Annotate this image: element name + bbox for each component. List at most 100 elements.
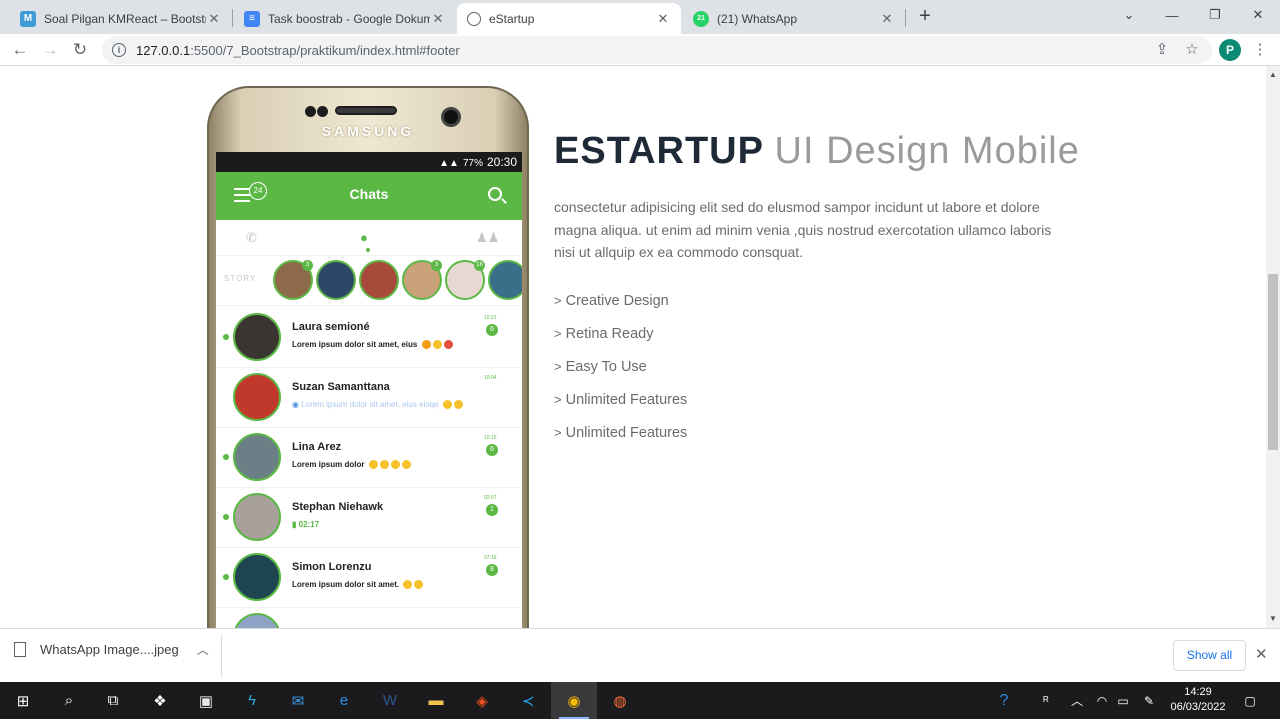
unread-badge: 1 xyxy=(486,504,498,516)
phone-time: 20:30 xyxy=(486,155,517,169)
tab-search-chevron-icon[interactable]: ⌄ xyxy=(1107,0,1151,30)
tab-favicon: 21 xyxy=(693,10,709,27)
bookmark-star-icon[interactable]: ☆ xyxy=(1182,40,1202,60)
help-icon[interactable]: ? xyxy=(992,682,1016,719)
vscode-icon[interactable]: ≺ xyxy=(505,682,551,719)
story-label: STORY xyxy=(224,274,257,283)
taskbar-clock[interactable]: 14:29 06/03/2022 xyxy=(1166,685,1230,715)
phone-mockup-image: SAMSUNG ▲▲ 77% 20:30 24 Chats ✆ ● ♟♟ STORY… xyxy=(207,86,529,628)
page-scrollbar[interactable]: ▲ ▼ xyxy=(1266,66,1280,628)
story-count: 18 xyxy=(474,260,485,271)
close-icon[interactable]: ✕ xyxy=(1255,645,1268,663)
online-dot xyxy=(223,514,229,520)
back-arrow-icon[interactable]: ← xyxy=(8,38,32,62)
description: consectetur adipisicing elit sed do elus… xyxy=(554,199,1052,260)
edge-icon[interactable]: e xyxy=(321,682,367,719)
chat-list-item: Suzan Samanttana ◉ Lorem ipsum dolor sit… xyxy=(216,368,522,428)
windows-start-icon[interactable]: ⊞ xyxy=(0,682,46,719)
chat-time: 02:07 xyxy=(484,495,497,501)
battery-icon[interactable]: ▭ xyxy=(1114,682,1132,719)
chat-message: ▮ 02:17 xyxy=(292,520,319,529)
emoji-icon xyxy=(401,460,411,470)
chat-list-item: Lina Arez Lorem ipsum dolor 10:15 6 xyxy=(216,428,522,488)
chat-list-item xyxy=(216,608,522,628)
chat-message: Lorem ipsum dolor sit amet, eius xyxy=(292,340,453,350)
page-viewport: SAMSUNG ▲▲ 77% 20:30 24 Chats ✆ ● ♟♟ STORY… xyxy=(0,66,1266,628)
scroll-up-arrow-icon[interactable]: ▲ xyxy=(1266,68,1280,82)
phone-screen: ▲▲ 77% 20:30 24 Chats ✆ ● ♟♟ STORY 3 3 18 xyxy=(216,152,522,628)
chevron-right-icon: > xyxy=(554,359,562,374)
figma-icon[interactable]: ◈ xyxy=(459,682,505,719)
close-icon[interactable]: ✕ xyxy=(655,11,671,27)
feature-label: Creative Design xyxy=(565,292,669,309)
scrollbar-thumb[interactable] xyxy=(1268,274,1278,450)
chat-message-text: Lorem ipsum dolor sit amet, eius xyxy=(292,340,418,349)
url-host: 127.0.0.1 xyxy=(136,42,191,58)
phone-sensor xyxy=(305,106,316,117)
feature-label: Retina Ready xyxy=(565,325,654,342)
chat-message: ◉ Lorem ipsum dolor sit amet, eius eioqe xyxy=(292,400,463,410)
seen-eye-icon: ◉ xyxy=(292,400,299,409)
page-title: ESTARTUP UI Design Mobile xyxy=(554,130,1080,173)
share-icon[interactable]: ⇪ xyxy=(1152,40,1172,60)
chrome-icon[interactable]: ◉ xyxy=(551,682,597,719)
feature-list: > Creative Design > Retina Ready > Easy To … xyxy=(554,284,687,449)
online-dot xyxy=(223,334,229,340)
address-bar[interactable]: i 127.0.0.1:5500/7_Bootstrap/praktikum/i… xyxy=(102,36,1212,64)
file-explorer-icon[interactable]: ▬ xyxy=(413,682,459,719)
chevron-right-icon: > xyxy=(554,392,562,407)
phone-brand: SAMSUNG xyxy=(321,123,415,139)
clock-time: 14:29 xyxy=(1184,686,1212,698)
new-tab-plus-icon[interactable]: + xyxy=(914,6,936,28)
phone-call-icon: ✆ xyxy=(246,230,257,245)
tab-estartup[interactable]: eStartup ✕ xyxy=(457,3,681,34)
site-info-icon[interactable]: i xyxy=(112,43,126,57)
chevron-up-icon[interactable]: ︿ xyxy=(1070,682,1084,719)
minimize-icon[interactable]: — xyxy=(1150,0,1194,30)
notification-icon[interactable]: ▢ xyxy=(1240,682,1260,719)
task-view-icon[interactable]: ⧉ xyxy=(90,682,136,719)
tab-soal-pilgan[interactable]: M Soal Pilgan KMReact – Bootstrap ✕ xyxy=(10,3,232,34)
close-icon[interactable]: ✕ xyxy=(879,11,895,27)
people-icon[interactable]: ᴿ xyxy=(1036,682,1056,719)
chat-list-item: Stephan Niehawk ▮ 02:17 02:07 1 xyxy=(216,488,522,548)
search-icon[interactable]: ⌕ xyxy=(46,682,92,719)
window-close-icon[interactable]: ✕ xyxy=(1236,0,1280,30)
firefox-icon[interactable]: ◍ xyxy=(597,682,643,719)
mail-icon[interactable]: ✉ xyxy=(275,682,321,719)
chat-bubble-icon: ● xyxy=(360,230,368,245)
search-icon xyxy=(488,187,502,201)
more-menu-icon[interactable]: ⋮ xyxy=(1250,40,1270,60)
avatar xyxy=(233,613,281,628)
download-item[interactable]: WhatsApp Image....jpeg ︿ xyxy=(14,641,209,658)
close-icon[interactable]: ✕ xyxy=(206,11,222,27)
clock-date: 06/03/2022 xyxy=(1170,701,1226,713)
profile-avatar[interactable]: P xyxy=(1219,39,1241,61)
scroll-down-arrow-icon[interactable]: ▼ xyxy=(1266,612,1280,626)
emoji-icon xyxy=(368,460,378,470)
chevron-right-icon: > xyxy=(554,326,562,341)
tab-whatsapp[interactable]: 21 (21) WhatsApp ✕ xyxy=(683,3,905,34)
chevron-up-icon[interactable]: ︿ xyxy=(197,641,209,658)
forward-arrow-icon[interactable]: → xyxy=(38,38,62,62)
globe-icon xyxy=(467,11,481,26)
dropbox-icon[interactable]: ❖ xyxy=(137,682,183,719)
pen-icon[interactable]: ✎ xyxy=(1140,682,1158,719)
restore-icon[interactable]: ❐ xyxy=(1193,0,1237,30)
feature-item: > Unlimited Features xyxy=(554,416,687,449)
emoji-icon xyxy=(443,340,453,350)
chat-time: 07:16 xyxy=(484,555,497,561)
wifi-icon[interactable]: ◠ xyxy=(1094,682,1110,719)
tab-task-boostrab[interactable]: ≡ Task boostrab - Google Dokumen ✕ xyxy=(234,3,456,34)
group-icon: ♟♟ xyxy=(476,230,500,245)
lightning-app-icon[interactable]: ϟ xyxy=(229,682,275,719)
word-icon[interactable]: W xyxy=(367,682,413,719)
chevron-right-icon: > xyxy=(554,425,562,440)
feature-item: > Unlimited Features xyxy=(554,383,687,416)
close-icon[interactable]: ✕ xyxy=(430,11,446,27)
phone-earpiece xyxy=(335,106,397,115)
emoji-icon xyxy=(379,460,389,470)
store-icon[interactable]: ▣ xyxy=(183,682,229,719)
reload-icon[interactable]: ↻ xyxy=(68,38,92,62)
show-all-button[interactable]: Show all xyxy=(1173,640,1246,671)
